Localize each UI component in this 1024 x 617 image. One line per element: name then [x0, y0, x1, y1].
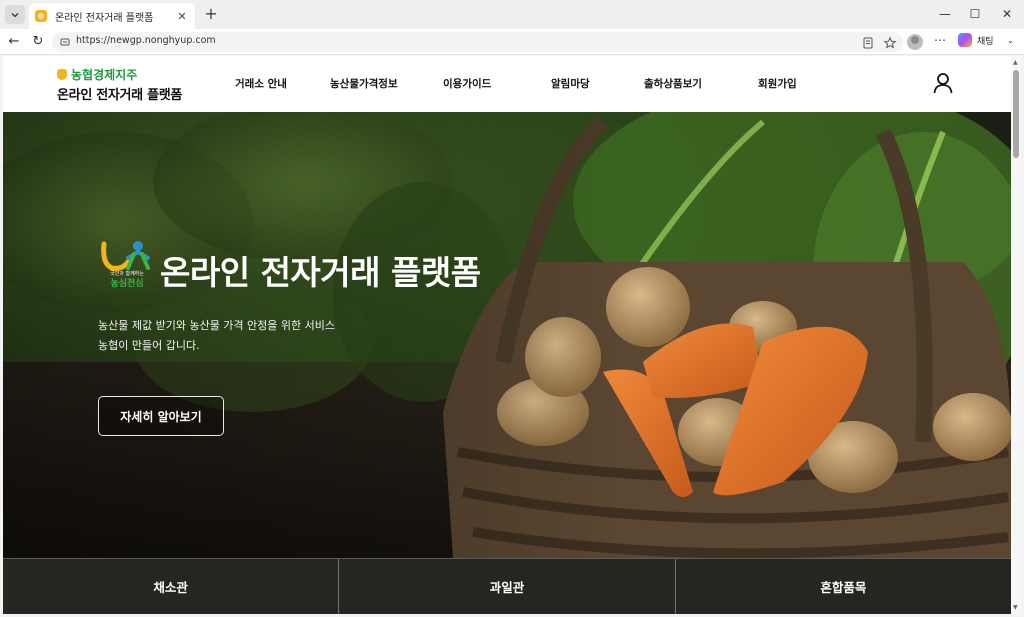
copilot-label: 채팅 [977, 36, 994, 47]
scroll-down-icon[interactable]: ▼ [1013, 604, 1018, 611]
category-strip: 채소관 과일관 혼합품목 [3, 558, 1011, 614]
logo-company: 농협경제지주 [71, 68, 138, 82]
new-tab-button[interactable]: + [202, 5, 220, 23]
hero-desc-line-1: 농산물 제값 받기와 농산물 가격 안정을 위한 서비스 [98, 319, 335, 332]
site-logo[interactable]: 농협경제지주 온라인 전자거래 플랫폼 [57, 66, 182, 103]
reader-mode-icon[interactable] [861, 35, 875, 49]
category-fruits[interactable]: 과일관 [339, 559, 676, 614]
hero-description: 농산물 제값 받기와 농산물 가격 안정을 위한 서비스 농협이 만들어 갑니다… [98, 316, 335, 356]
nonghyup-logo-icon [57, 69, 67, 80]
main-nav: 거래소 안내 농산물가격정보 이용가이드 알림마당 출하상품보기 회원가입 [208, 76, 828, 92]
minimize-icon[interactable]: — [930, 5, 960, 23]
hero-logo-name: 농심천심 [110, 279, 144, 289]
site-info-icon[interactable] [60, 37, 70, 47]
address-bar: ← ↻ https://newgp.nonghyup.com ⋯ 채팅 ⌄ [0, 29, 1024, 55]
nav-item-signup[interactable]: 회원가입 [758, 76, 797, 91]
browser-tab-active[interactable]: 온라인 전자거래 플랫폼 ✕ [29, 3, 195, 29]
nav-item-exchange-info[interactable]: 거래소 안내 [235, 76, 287, 91]
page-scrollbar[interactable]: ▲ ▼ [1011, 56, 1021, 614]
url-text: https://newgp.nonghyup.com [76, 35, 216, 46]
nav-item-products[interactable]: 출하상품보기 [644, 76, 702, 91]
tab-title: 온라인 전자거래 플랫폼 [55, 12, 154, 24]
nav-item-price-info[interactable]: 농산물가격정보 [330, 76, 398, 91]
reload-icon[interactable]: ↻ [29, 33, 47, 51]
copilot-icon [958, 33, 972, 47]
tab-list-button[interactable] [5, 5, 25, 24]
more-options-icon[interactable]: ⋯ [934, 33, 946, 47]
chevron-down-icon[interactable]: ⌄ [1007, 36, 1014, 45]
hero-desc-line-2: 농협이 만들어 갑니다. [98, 339, 200, 352]
page-viewport: 농협경제지주 온라인 전자거래 플랫폼 거래소 안내 농산물가격정보 이용가이드… [3, 56, 1011, 614]
back-arrow-icon[interactable]: ← [5, 33, 23, 51]
favorite-star-icon[interactable] [883, 35, 897, 49]
close-icon[interactable]: ✕ [175, 10, 189, 23]
profile-avatar-icon[interactable] [907, 34, 923, 50]
hero-banner: 국민과 함께하는 농심천심 온라인 전자거래 플랫폼 농산물 제값 받기와 농산… [3, 112, 1011, 558]
chevron-down-icon [11, 12, 19, 17]
site-favicon-icon [35, 10, 47, 22]
url-field[interactable]: https://newgp.nonghyup.com [52, 32, 903, 52]
learn-more-button[interactable]: 자세히 알아보기 [98, 396, 224, 436]
scrollbar-thumb[interactable] [1013, 70, 1019, 158]
site-header: 농협경제지주 온라인 전자거래 플랫폼 거래소 안내 농산물가격정보 이용가이드… [3, 56, 1011, 112]
window-close-icon[interactable]: ✕ [992, 5, 1022, 23]
hero-title: 온라인 전자거래 플랫폼 [160, 253, 481, 292]
user-account-icon[interactable] [933, 72, 953, 94]
browser-tab-bar: 온라인 전자거래 플랫폼 ✕ + — ☐ ✕ [0, 0, 1024, 29]
scroll-up-icon[interactable]: ▲ [1013, 59, 1018, 66]
copilot-button[interactable]: 채팅 [958, 33, 994, 47]
logo-platform-name: 온라인 전자거래 플랫폼 [57, 88, 183, 103]
category-vegetables[interactable]: 채소관 [3, 559, 340, 614]
nav-item-guide[interactable]: 이용가이드 [443, 76, 491, 91]
nav-item-notice[interactable]: 알림마당 [551, 76, 590, 91]
category-mixed-items[interactable]: 혼합품목 [676, 559, 1011, 614]
maximize-icon[interactable]: ☐ [960, 5, 990, 23]
